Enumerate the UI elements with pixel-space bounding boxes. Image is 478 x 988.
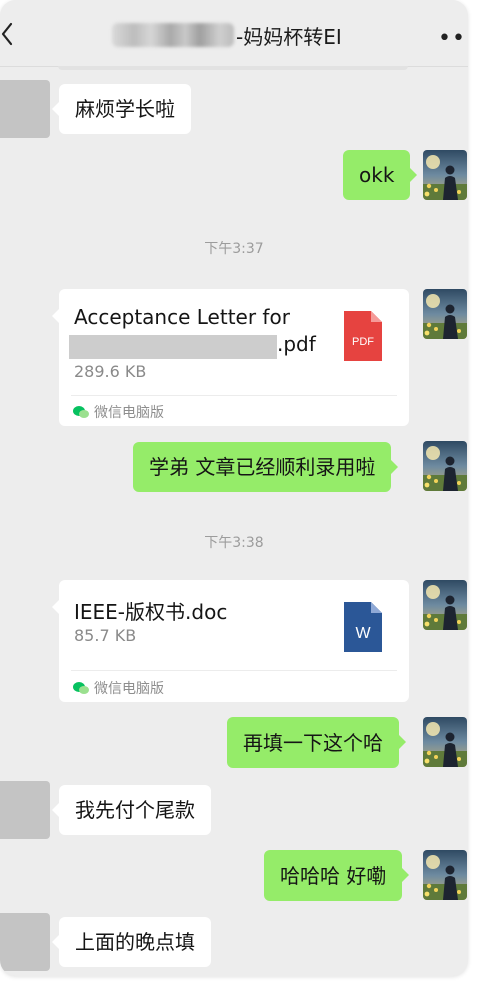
wechat-icon — [73, 682, 89, 694]
message-bubble-incoming[interactable]: 上面的晚点填 — [52, 917, 211, 967]
more-dots-icon[interactable]: ••• — [438, 26, 468, 51]
contact-avatar[interactable] — [0, 80, 50, 138]
my-avatar[interactable] — [423, 150, 467, 200]
file-source-label: 微信电脑版 — [94, 681, 164, 697]
message-bubble-incoming[interactable]: 我先付个尾款 — [52, 785, 211, 835]
pdf-icon-label: PDF — [352, 336, 374, 348]
chat-title-text: -妈妈杯转EI — [236, 24, 342, 49]
chevron-left-icon[interactable] — [0, 22, 14, 46]
my-avatar[interactable] — [423, 580, 467, 630]
divider — [71, 395, 397, 396]
contact-avatar[interactable] — [0, 913, 50, 971]
file-size: 85.7 KB — [74, 626, 137, 645]
timestamp: 下午3:38 — [204, 535, 264, 551]
message-bubble-incoming[interactable]: 麻烦学长啦 — [52, 84, 191, 134]
pdf-file-icon: PDF — [344, 311, 382, 361]
message-bubble-outgoing[interactable]: 学弟 文章已经顺利录用啦 — [133, 442, 399, 492]
file-message-doc[interactable]: IEEE-版权书.doc 85.7 KB W 微信电脑版 — [52, 580, 409, 702]
contact-avatar[interactable] — [0, 781, 50, 839]
file-source: 微信电脑版 — [73, 678, 164, 698]
message-bubble-outgoing[interactable]: 再填一下这个哈 — [227, 717, 406, 768]
my-avatar[interactable] — [423, 850, 467, 900]
my-avatar[interactable] — [423, 289, 467, 339]
timestamp: 下午3:37 — [204, 241, 264, 257]
file-source-label: 微信电脑版 — [94, 405, 164, 421]
redacted-contact-name — [112, 23, 234, 47]
message-bubble-outgoing[interactable]: 哈哈哈 好嘞 — [264, 850, 410, 901]
file-source: 微信电脑版 — [73, 402, 164, 422]
wechat-icon — [73, 406, 89, 418]
my-avatar[interactable] — [423, 717, 467, 767]
message-bubble-outgoing[interactable]: okk — [343, 150, 418, 200]
file-message-pdf[interactable]: Acceptance Letter for .pdf 289.6 KB PDF … — [52, 289, 409, 426]
file-name-extension: .pdf — [277, 332, 316, 356]
redacted-file-name — [69, 335, 277, 359]
word-file-icon: W — [344, 602, 382, 652]
file-name: IEEE-版权书.doc — [74, 600, 228, 624]
chat-title: -妈妈杯转EI — [112, 20, 342, 50]
previous-message-edge — [58, 66, 408, 70]
my-avatar[interactable] — [423, 441, 467, 491]
chat-header: -妈妈杯转EI ••• — [0, 0, 468, 67]
file-name-line1: Acceptance Letter for — [74, 305, 290, 329]
file-size: 289.6 KB — [74, 362, 147, 381]
word-icon-label: W — [355, 625, 371, 642]
divider — [71, 670, 397, 671]
chat-window: -妈妈杯转EI ••• 麻烦学长啦 okk 下午3:37 Acceptance … — [0, 0, 468, 976]
